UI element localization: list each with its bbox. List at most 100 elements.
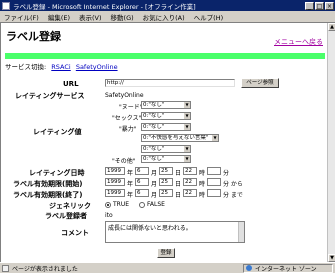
comment-label: コメント [61,229,89,237]
zone-text: インターネット ゾーン [255,265,317,273]
page-content: ラベル登録 メニューへ戻る サービス切換: RSACi SafetyOnline… [0,23,335,262]
valid-to-minute-input[interactable] [207,189,221,197]
rating-minute-input[interactable] [207,167,221,175]
category-violence-value: 0:"なし" [143,124,165,130]
rating-day-input[interactable]: 25 [159,167,173,175]
category-other-select[interactable]: 0:"なし" ▼ [141,155,191,163]
category-nude-label: "ヌード" [119,104,143,111]
minute-suffix: 分 から [223,181,243,188]
register-submit-button[interactable]: 登録 [157,248,175,258]
category-sex-value: 0:"なし" [143,113,165,119]
url-input[interactable]: http:// [105,79,235,87]
valid-from-day-input[interactable]: 25 [159,178,173,186]
valid-to-day-input[interactable]: 25 [159,189,173,197]
year-unit: 年 [127,181,134,188]
status-text: ページが表示されました [12,265,78,273]
category-extra-value: 0:"なし" [143,146,165,152]
chevron-down-icon: ▼ [184,156,190,162]
rating-value-label: レイティング値 [33,128,82,136]
category-other-label: "その他" [112,158,136,165]
category-violence-select[interactable]: 0:"なし" ▼ [141,123,191,131]
close-button[interactable]: × [325,1,334,10]
year-unit: 年 [127,170,134,177]
rating-service-label: レイティングサービス [15,92,85,100]
valid-to-hour-input[interactable]: 22 [183,189,197,197]
month-unit: 月 [151,192,158,199]
category-sex-select[interactable]: 0:"なし" ▼ [141,112,191,120]
day-unit: 日 [175,192,182,199]
year-unit: 年 [127,192,134,199]
service-link-safetyonline[interactable]: SafetyOnline [76,63,118,71]
ie-app-icon [2,1,10,10]
valid-from-label: ラベル有効期限(開始) [13,180,83,188]
category-violence-label: "暴力" [119,126,137,133]
back-to-menu-link[interactable]: メニューへ戻る [274,37,323,47]
chevron-down-icon: ▼ [184,146,190,152]
rating-service-value: SafetyOnline [105,92,144,99]
security-zone: インターネット ゾーン [243,263,333,273]
service-link-rsaci[interactable]: RSACi [51,63,70,71]
comment-text: 成長には関係ないと思われる。 [108,225,192,232]
globe-icon [246,265,252,271]
valid-from-minute-input[interactable] [207,178,221,186]
page-done-icon [2,264,9,272]
comment-textarea[interactable]: 成長には関係ないと思われる。 [105,221,245,243]
chevron-down-icon: ▼ [184,124,190,130]
registrant-value: ito [105,212,113,219]
menu-file[interactable]: ファイル(F) [4,12,39,22]
header-divider-bar [5,53,325,59]
valid-from-year-input[interactable]: 1999 [105,178,125,186]
generic-false-radio[interactable] [139,202,145,208]
hour-unit: 時 [199,192,206,199]
window-titlebar: ラベル登録 - Microsoft Internet Explorer - [オ… [0,0,335,11]
status-bar: ページが表示されました インターネット ゾーン [0,262,335,273]
category-extra-select[interactable]: 0:"なし" ▼ [141,145,191,153]
menu-help[interactable]: ヘルプ(H) [194,12,223,22]
scroll-down-icon[interactable]: ▼ [328,254,335,262]
url-label: URL [63,80,79,88]
minute-suffix: 分 まで [223,192,243,199]
valid-to-year-input[interactable]: 1999 [105,189,125,197]
hour-unit: 時 [199,170,206,177]
hour-unit: 時 [199,181,206,188]
rating-hour-input[interactable]: 22 [183,167,197,175]
category-language-value: 0:"不快感を与えない言葉" [143,135,209,141]
window-title: ラベル登録 - Microsoft Internet Explorer - [オ… [13,2,196,11]
category-language-select[interactable]: 0:"不快感を与えない言葉" ▼ [141,134,219,142]
valid-from-hour-input[interactable]: 22 [183,178,197,186]
day-unit: 日 [175,181,182,188]
category-nude-value: 0:"なし" [143,102,165,108]
valid-to-month-input[interactable]: 6 [135,189,149,197]
category-nude-select[interactable]: 0:"なし" ▼ [141,101,191,109]
registrant-label: ラベル登録者 [45,212,87,220]
service-switch: サービス切換: RSACi SafetyOnline [5,61,118,71]
valid-to-label: ラベル有効期限(終了) [13,191,83,199]
generic-label: ジェネリック [49,202,91,210]
vertical-scrollbar[interactable]: ▲ ▼ [327,23,335,262]
menu-view[interactable]: 表示(V) [79,12,102,22]
valid-from-month-input[interactable]: 6 [135,178,149,186]
month-unit: 月 [151,181,158,188]
service-switch-label: サービス切換: [5,63,47,71]
rating-year-input[interactable]: 1999 [105,167,125,175]
generic-true-radio[interactable] [105,202,111,208]
menu-favorites[interactable]: お気に入り(A) [143,12,185,22]
page-browse-button[interactable]: ページ参照 [241,78,279,88]
day-unit: 日 [175,170,182,177]
minimize-button[interactable]: _ [305,1,314,10]
menu-bar: ファイル(F) 編集(E) 表示(V) 移動(G) お気に入り(A) ヘルプ(H… [0,11,335,23]
scroll-up-icon[interactable]: ▲ [328,23,335,31]
category-sex-label: "セックス" [112,115,142,122]
generic-true-label: TRUE [113,201,130,208]
textarea-scrollbar[interactable] [238,222,244,242]
menu-go[interactable]: 移動(G) [111,12,134,22]
chevron-down-icon: ▼ [184,102,190,108]
rating-month-input[interactable]: 6 [135,167,149,175]
generic-false-label: FALSE [147,201,165,208]
menu-edit[interactable]: 編集(E) [48,12,70,22]
category-other-value: 0:"なし" [143,156,165,162]
maximize-button[interactable]: □ [315,1,324,10]
rating-datetime-label: レイティング日時 [29,169,85,177]
minute-suffix: 分 [223,170,230,177]
month-unit: 月 [151,170,158,177]
